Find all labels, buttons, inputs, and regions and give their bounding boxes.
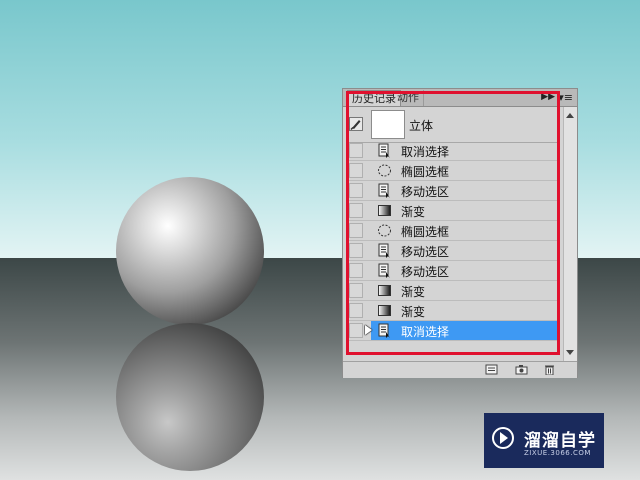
step-doc-icon [377, 323, 392, 338]
source-checkbox[interactable] [349, 283, 363, 298]
selection-highlight [371, 321, 557, 340]
source-checkbox[interactable] [349, 303, 363, 318]
sphere-reflection [116, 323, 264, 471]
history-step[interactable]: 移动选区 [347, 261, 557, 281]
watermark: 溜溜自学 ZIXUE.3066.COM [484, 413, 604, 468]
snapshot-label: 立体 [409, 119, 434, 133]
history-step[interactable]: 移动选区 [347, 241, 557, 261]
gradient-icon [377, 203, 392, 218]
gradient-icon [377, 303, 392, 318]
source-checkbox[interactable] [349, 323, 363, 338]
collapse-panel-icon[interactable]: ▶▶ [541, 90, 555, 105]
snapshot-row[interactable]: 立体 [347, 109, 557, 143]
trash-icon[interactable] [543, 364, 556, 375]
history-step[interactable]: 椭圆选框 [347, 161, 557, 181]
source-checkbox[interactable] [349, 183, 363, 198]
source-checkbox[interactable] [349, 163, 363, 178]
play-triangle-icon [500, 432, 508, 444]
vertical-scrollbar[interactable] [563, 107, 577, 361]
history-panel: 历史记录 动作 ▶▶ ▾≡ 立体 取消选择 椭圆选框 移动选区 渐变 椭圆选框 移动选区移… [342, 88, 578, 378]
history-step[interactable]: 渐变 [347, 301, 557, 321]
history-list: 取消选择 椭圆选框 移动选区 渐变 椭圆选框 移动选区 移动选区 渐变 渐变 取消选择 [347, 141, 557, 341]
history-step-label: 取消选择 [401, 325, 450, 339]
history-state-pointer-icon [365, 325, 372, 335]
history-step[interactable]: 取消选择 [347, 141, 557, 161]
history-step-label: 取消选择 [401, 145, 450, 159]
watermark-subtitle: ZIXUE.3066.COM [524, 449, 591, 457]
history-step-label: 椭圆选框 [401, 165, 450, 179]
history-step-label: 移动选区 [401, 265, 450, 279]
history-brush-icon[interactable] [349, 117, 363, 131]
step-doc-icon [377, 243, 392, 258]
history-step-label: 渐变 [401, 285, 426, 299]
step-doc-icon [377, 143, 392, 158]
history-step[interactable]: 移动选区 [347, 181, 557, 201]
history-step-label: 移动选区 [401, 185, 450, 199]
source-checkbox[interactable] [349, 263, 363, 278]
history-step-label: 渐变 [401, 305, 426, 319]
camera-snapshot-icon[interactable] [515, 364, 528, 375]
step-doc-icon [377, 263, 392, 278]
gradient-icon [377, 283, 392, 298]
history-step[interactable]: 渐变 [347, 281, 557, 301]
source-checkbox[interactable] [349, 143, 363, 158]
history-step[interactable]: 取消选择 [347, 321, 557, 341]
panel-footer [343, 361, 577, 378]
step-doc-icon [377, 183, 392, 198]
source-checkbox[interactable] [349, 203, 363, 218]
history-step[interactable]: 椭圆选框 [347, 221, 557, 241]
history-step-label: 椭圆选框 [401, 225, 450, 239]
scroll-down-icon[interactable] [566, 350, 574, 355]
sphere [116, 177, 264, 325]
scroll-up-icon[interactable] [566, 113, 574, 118]
history-step[interactable]: 渐变 [347, 201, 557, 221]
history-step-label: 渐变 [401, 205, 426, 219]
ellipse-marquee-icon [377, 163, 392, 178]
new-document-from-state-icon[interactable] [485, 364, 498, 375]
panel-tabbar: 历史记录 动作 ▶▶ ▾≡ [343, 89, 577, 107]
panel-menu-icon[interactable]: ▾≡ [558, 90, 573, 105]
history-step-label: 移动选区 [401, 245, 450, 259]
source-checkbox[interactable] [349, 223, 363, 238]
snapshot-thumbnail[interactable] [371, 110, 405, 139]
tab-actions[interactable]: 动作 [393, 90, 424, 106]
watermark-title: 溜溜自学 [524, 431, 596, 451]
ellipse-marquee-icon [377, 223, 392, 238]
source-checkbox[interactable] [349, 243, 363, 258]
